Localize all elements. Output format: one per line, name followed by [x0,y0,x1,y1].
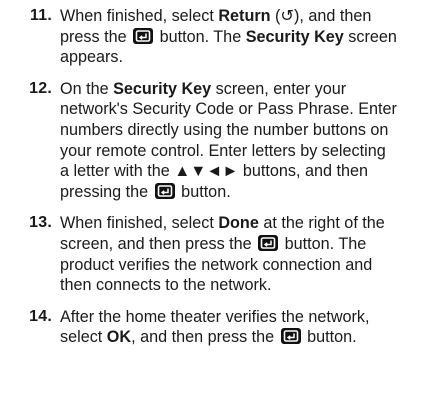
step-number: 13. [29,214,52,232]
step-12: 12. On the Security Key screen, enter yo… [8,79,428,203]
step-line: On the Security Key screen, enter your [60,79,347,98]
step-line: numbers directly using the number button… [60,120,389,139]
step-number: 12. [29,79,52,97]
step-14: 14. After the home theater verifies the … [8,307,428,348]
security-key-label: Security Key [245,27,344,46]
step-line: appears. [60,48,123,67]
step-number: 11. [30,7,52,24]
step-line: then connects to the network. [60,276,272,295]
ok-label: OK [106,328,132,347]
step-line: When finished, select Done at the right … [60,214,385,233]
enter-button-icon [280,328,301,345]
step-line: your remote control. Enter letters by se… [60,141,386,160]
done-label: Done [218,214,259,233]
instruction-page: 11. When finished, select Return (↺), an… [8,6,428,359]
enter-button-icon [154,182,175,199]
enter-button-icon [258,234,279,251]
step-line: network's Security Code or Pass Phrase. … [60,100,397,119]
step-11: 11. When finished, select Return (↺), an… [8,6,428,68]
step-line: pressing the button. [60,182,231,201]
step-line: screen, and then press the button. The [60,234,367,253]
step-line: select OK, and then press the button. [60,328,357,347]
step-line: After the home theater verifies the netw… [60,307,370,326]
step-number: 14. [29,307,52,325]
step-13: 13. When finished, select Done at the ri… [8,213,428,295]
enter-button-icon [133,27,154,44]
return-label: Return [218,7,271,25]
security-key-label: Security Key [113,79,212,98]
return-icon: ↺ [280,7,294,25]
step-line: When finished, select Return (↺), and th… [60,7,372,25]
step-line: product verifies the network connection … [60,255,373,274]
step-line: press the button. The Security Key scree… [60,27,397,46]
step-line: a letter with the ▲▼◄► buttons, and then [60,162,368,181]
